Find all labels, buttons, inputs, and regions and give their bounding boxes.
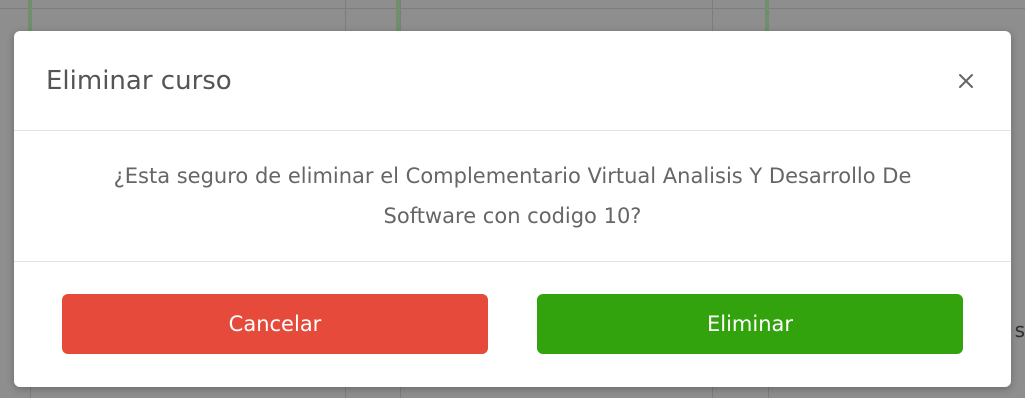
background-accent bbox=[28, 0, 32, 32]
modal-body: ¿Esta seguro de eliminar el Complementar… bbox=[14, 131, 1011, 262]
close-button[interactable] bbox=[951, 66, 981, 96]
confirmation-message: ¿Esta seguro de eliminar el Complementar… bbox=[113, 164, 912, 228]
background-table-divider bbox=[0, 8, 1025, 9]
background-text: s bbox=[1014, 318, 1025, 342]
delete-course-modal: Eliminar curso ¿Esta seguro de eliminar … bbox=[14, 31, 1011, 387]
cancel-button[interactable]: Cancelar bbox=[62, 294, 488, 354]
delete-button[interactable]: Eliminar bbox=[537, 294, 963, 354]
modal-header: Eliminar curso bbox=[14, 31, 1011, 131]
background-accent bbox=[396, 0, 400, 32]
background-accent bbox=[765, 0, 769, 32]
close-icon bbox=[959, 73, 973, 88]
modal-title: Eliminar curso bbox=[46, 65, 232, 96]
modal-footer: Cancelar Eliminar bbox=[14, 262, 1011, 386]
